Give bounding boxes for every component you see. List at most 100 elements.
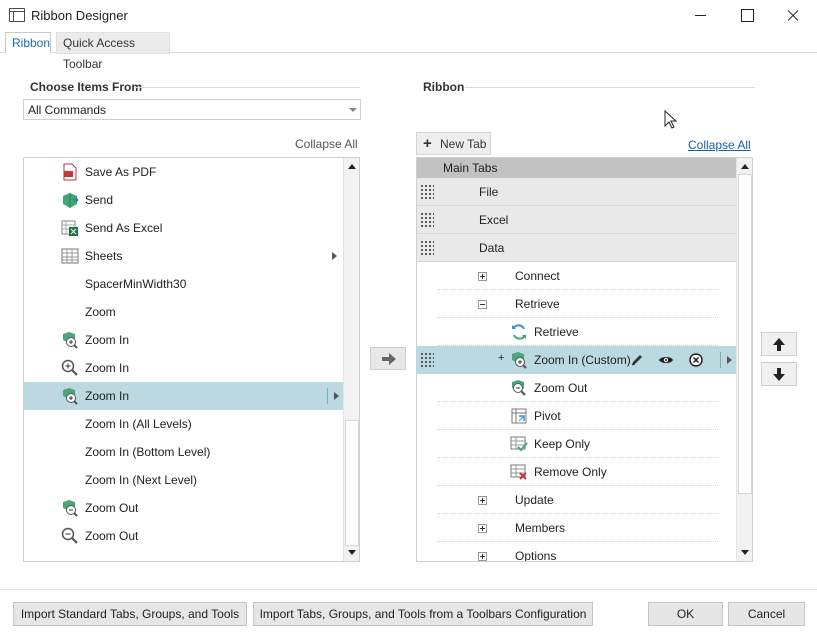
list-item-label: Zoom In [85,361,130,375]
expand-icon[interactable]: + [498,352,504,364]
tree-group-row[interactable]: Options [417,542,736,561]
list-item-label: Zoom In (All Levels) [85,417,192,431]
list-item-label: Zoom [85,305,116,319]
minimize-button[interactable] [677,0,723,31]
tree-row-label: Remove Only [534,465,607,479]
submenu-arrow-icon[interactable] [332,252,337,260]
choose-items-combo[interactable]: All Commands [23,99,361,120]
tree-command-row[interactable]: Remove Only [417,458,736,486]
tree-command-row[interactable]: Pivot [417,402,736,430]
left-collapse-all-link[interactable]: Collapse All [295,137,358,151]
chevron-down-icon[interactable] [346,100,360,119]
tab-ribbon[interactable]: Ribbon [5,32,51,54]
list-item[interactable]: Save As PDF [24,158,343,186]
list-item[interactable]: Send [24,186,343,214]
tree-row-label: Pivot [534,409,561,423]
tree-tab-row[interactable]: Excel [417,206,736,234]
list-item-label: Send As Excel [85,221,163,235]
move-down-button[interactable] [761,362,797,386]
pdf-icon [63,163,77,181]
list-item[interactable]: Sheets [24,242,343,270]
footer-divider [0,589,817,590]
tree-group-row[interactable]: Connect [417,262,736,290]
tree-row-label: Retrieve [534,325,579,339]
right-collapse-all-link[interactable]: Collapse All [688,138,751,152]
scroll-down-icon[interactable] [348,550,356,555]
submenu-separator [720,352,721,368]
submenu-arrow-icon[interactable] [727,356,732,364]
choose-items-title: Choose Items From [30,80,143,94]
import-standard-button[interactable]: Import Standard Tabs, Groups, and Tools [13,602,247,626]
list-item[interactable]: SpacerMinWidth30 [24,270,343,298]
tree-group-row[interactable]: Retrieve [417,290,736,318]
list-item-label: Send [85,193,114,207]
list-item[interactable]: Zoom Out [24,494,343,522]
main-tabs-header: Main Tabs [417,158,736,178]
list-item-label: Zoom In (Bottom Level) [85,445,211,459]
drag-handle-icon[interactable] [420,212,434,228]
list-item-selected[interactable]: Zoom In [24,382,343,410]
zoom-in-green-icon [512,352,527,369]
scroll-up-icon[interactable] [348,164,356,169]
tab-quick-access-toolbar[interactable]: Quick Access Toolbar [56,32,170,71]
list-item-label: Zoom Out [85,501,139,515]
tree-row-label: Data [479,241,505,255]
mouse-cursor-icon [664,110,678,129]
left-scrollbar[interactable] [343,158,359,561]
eye-icon[interactable] [658,352,674,368]
list-item[interactable]: Zoom In [24,354,343,382]
list-item[interactable]: Zoom In (Next Level) [24,466,343,494]
expand-icon[interactable] [478,496,487,505]
list-item[interactable]: Zoom Out [24,522,343,550]
scroll-down-icon[interactable] [741,550,749,555]
tree-group-row[interactable]: Members [417,514,736,542]
list-item[interactable]: Zoom In [24,326,343,354]
new-tab-button[interactable]: + New Tab [416,132,491,155]
excel-icon [61,220,78,236]
tree-command-row[interactable]: Retrieve [417,318,736,346]
list-item-label: Sheets [85,249,123,263]
collapse-icon[interactable] [478,300,487,309]
zoom-in-green-icon [63,332,78,349]
expand-icon[interactable] [478,272,487,281]
commands-list[interactable]: Save As PDF Send Send As Excel Sheets Sp… [23,157,360,562]
tree-command-row-selected[interactable]: + Zoom In (Custom) [417,346,736,374]
expand-icon[interactable] [478,552,487,561]
list-item-label: Zoom Out [85,529,139,543]
submenu-arrow-icon[interactable] [334,392,339,400]
drag-handle-icon[interactable] [420,352,434,368]
tree-group-row[interactable]: Update [417,486,736,514]
cancel-button[interactable]: Cancel [728,602,805,626]
pencil-icon[interactable] [629,352,645,368]
right-scrollbar[interactable] [736,158,752,561]
tree-tab-row[interactable]: Data [417,234,736,262]
remove-circle-icon[interactable] [688,352,704,368]
drag-handle-icon[interactable] [420,240,434,256]
section-divider [135,87,360,88]
pivot-icon [511,408,527,424]
main-tabs-label: Main Tabs [443,161,498,175]
import-toolbars-config-button[interactable]: Import Tabs, Groups, and Tools from a To… [253,602,593,626]
list-item[interactable]: Zoom [24,298,343,326]
list-item-label: Zoom In (Next Level) [85,473,198,487]
section-divider [465,87,755,88]
scroll-up-icon[interactable] [741,164,749,169]
ribbon-tree[interactable]: Main Tabs File Excel Data Connect Retrie… [416,157,753,562]
expand-icon[interactable] [478,524,487,533]
list-item[interactable]: Zoom In (Bottom Level) [24,438,343,466]
list-item[interactable]: Zoom In (All Levels) [24,410,343,438]
tree-command-row[interactable]: Zoom Out [417,374,736,402]
list-item[interactable]: Send As Excel [24,214,343,242]
add-to-ribbon-button[interactable] [370,347,406,370]
maximize-button[interactable] [723,0,769,31]
app-window-icon [9,8,25,22]
ok-button[interactable]: OK [648,602,723,626]
drag-handle-icon[interactable] [420,184,434,200]
tree-tab-row[interactable]: File [417,178,736,206]
tree-row-label: Keep Only [534,437,591,451]
scroll-thumb[interactable] [345,420,359,546]
move-up-button[interactable] [761,332,797,356]
close-button[interactable] [769,0,815,31]
tree-command-row[interactable]: Keep Only [417,430,736,458]
scroll-thumb[interactable] [738,174,752,494]
